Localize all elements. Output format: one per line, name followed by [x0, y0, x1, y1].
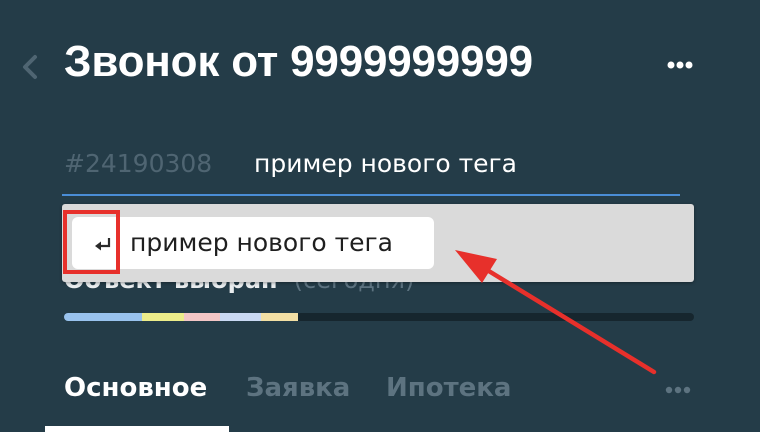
more-actions-button[interactable]: [658, 50, 702, 80]
ellipsis-icon: [667, 61, 693, 69]
progress-segment: [142, 313, 185, 321]
tag-input-value[interactable]: пример нового тега: [254, 144, 517, 184]
progress-segment: [64, 313, 143, 321]
tab-main[interactable]: Основное: [64, 368, 207, 408]
ellipsis-icon: [665, 386, 691, 394]
tag-suggestion-dropdown: пример нового тега: [62, 204, 694, 282]
tag-suggestion-label: пример нового тега: [130, 228, 393, 257]
progress-segment: [184, 313, 220, 321]
more-tabs-button[interactable]: [656, 378, 700, 402]
pipeline-progress-bar: [64, 313, 694, 321]
page-title: Звонок от 9999999999: [64, 37, 533, 86]
tab-request[interactable]: Заявка: [246, 368, 350, 408]
tab-mortgage[interactable]: Ипотека: [386, 368, 511, 408]
tag-input-field[interactable]: #24190308 пример нового тега: [62, 138, 680, 196]
annotation-highlight-box: [63, 210, 120, 274]
progress-segment: [219, 313, 261, 321]
deal-id: #24190308: [64, 149, 213, 178]
back-button[interactable]: [18, 50, 44, 84]
chevron-left-icon: [23, 55, 37, 79]
tag-suggestion-item[interactable]: пример нового тега: [72, 217, 434, 269]
active-tab-indicator: [45, 426, 229, 432]
progress-segment: [260, 313, 299, 321]
